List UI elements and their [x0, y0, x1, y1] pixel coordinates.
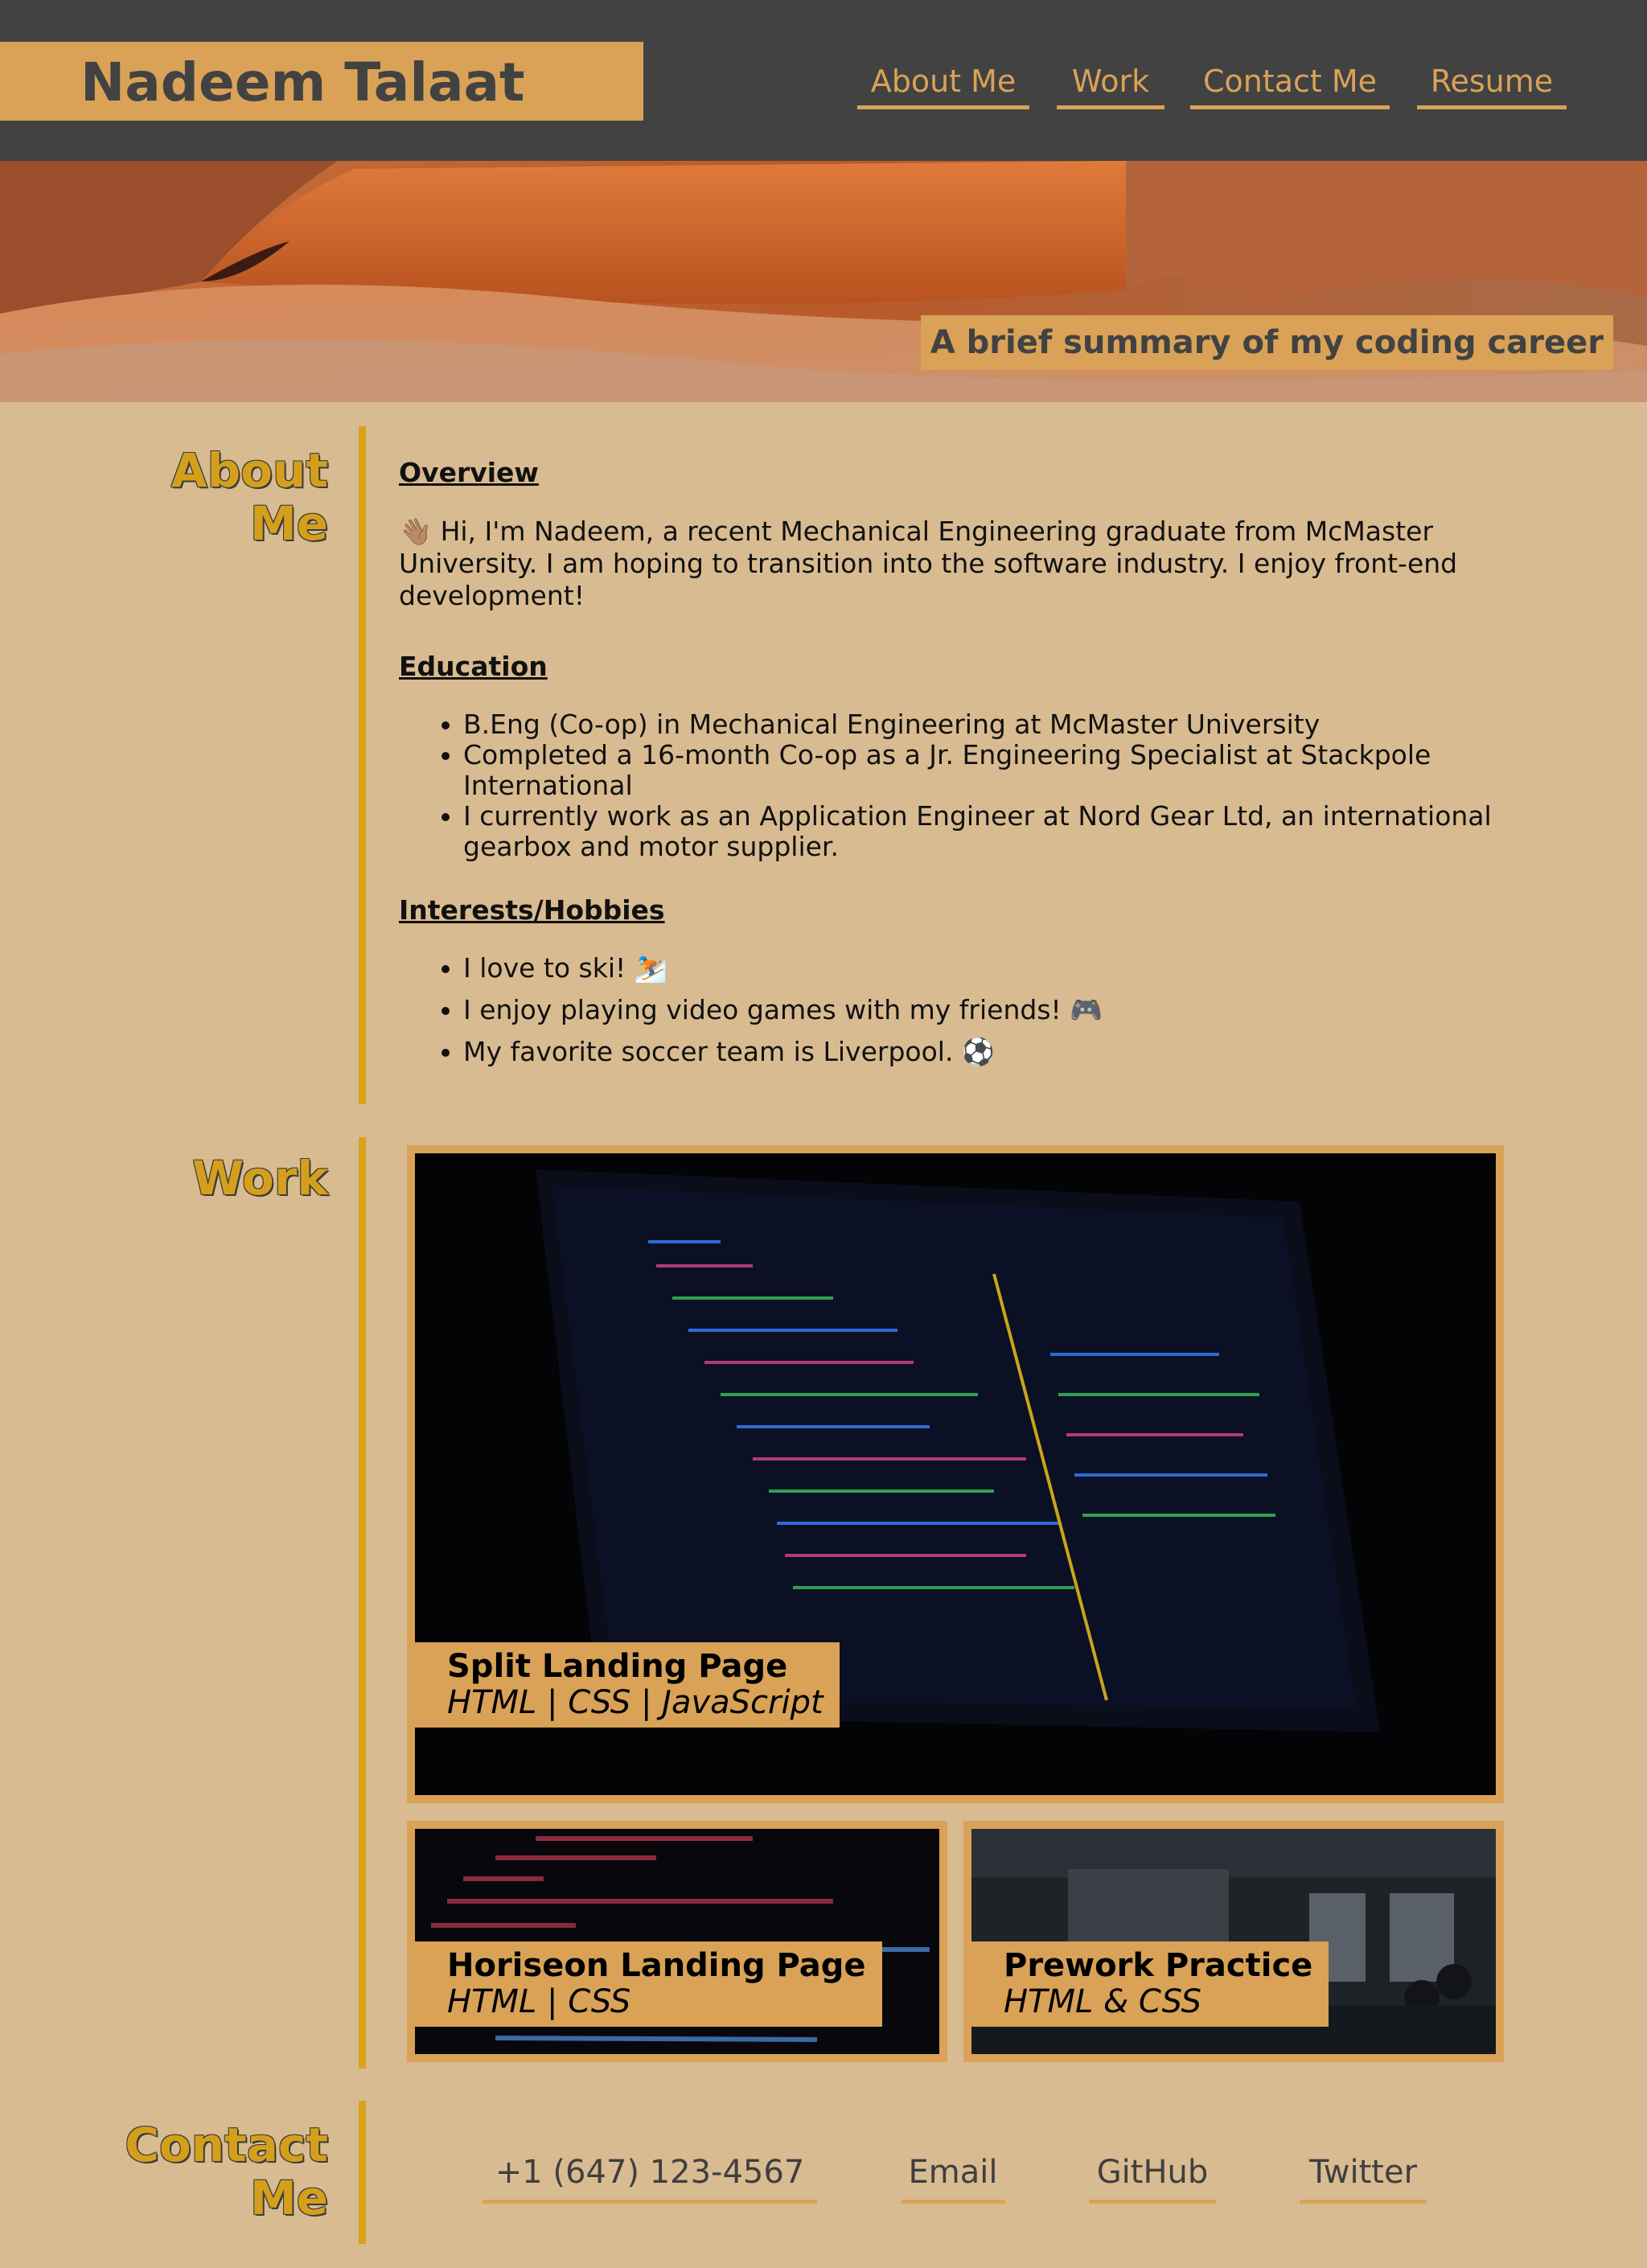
nav-contact-me[interactable]: Contact Me [1190, 61, 1390, 109]
project-tech: HTML | CSS [447, 1983, 631, 2020]
hobbies-list: I love to ski! ⛷️ I enjoy playing video … [399, 953, 1509, 1067]
project-title: Split Landing Page [447, 1648, 788, 1685]
project-title: Horiseon Landing Page [447, 1947, 866, 1984]
about-section-title: About Me [87, 444, 328, 550]
nav-work[interactable]: Work [1057, 61, 1164, 109]
project-label: Split Landing Page HTML | CSS | JavaScri… [415, 1642, 840, 1728]
hero-tagline: A brief summary of my coding career [920, 315, 1613, 370]
about-divider [359, 426, 366, 1104]
project-card-horiseon[interactable]: Horiseon Landing Page HTML | CSS [407, 1821, 947, 2062]
contact-section-title: Contact Me [87, 2118, 328, 2225]
list-item: Completed a 16-month Co-op as a Jr. Engi… [463, 740, 1509, 801]
contact-github-link[interactable]: GitHub [1089, 2147, 1216, 2204]
overview-heading: Overview [399, 457, 539, 488]
site-name: Nadeem Talaat [80, 51, 525, 113]
contact-email-link[interactable]: Email [901, 2147, 1005, 2204]
nav-about-me[interactable]: About Me [857, 61, 1029, 109]
project-label: Prework Practice HTML & CSS [971, 1941, 1329, 2027]
list-item: B.Eng (Co-op) in Mechanical Engineering … [463, 709, 1509, 740]
project-tech: HTML | CSS | JavaScript [447, 1684, 824, 1721]
overview-text: 👋🏽 Hi, I'm Nadeem, a recent Mechanical E… [399, 516, 1458, 611]
project-card-split-landing[interactable]: Split Landing Page HTML | CSS | JavaScri… [407, 1145, 1504, 1803]
brand-box: Nadeem Talaat [0, 42, 643, 121]
list-item: My favorite soccer team is Liverpool. ⚽ [463, 1037, 1509, 1067]
contact-divider [359, 2101, 366, 2244]
project-tech: HTML & CSS [1004, 1983, 1201, 2020]
about-content: Overview 👋🏽 Hi, I'm Nadeem, a recent Mec… [399, 457, 1509, 1079]
work-section-title: Work [192, 1151, 328, 1206]
contact-title-line1: Contact [125, 2118, 328, 2172]
project-card-prework[interactable]: Prework Practice HTML & CSS [963, 1821, 1504, 2062]
site-header: Nadeem Talaat About Me Work Contact Me R… [0, 0, 1647, 161]
contact-title-line2: Me [249, 2171, 328, 2225]
work-divider [359, 1137, 366, 2069]
project-title: Prework Practice [1004, 1947, 1313, 1984]
nav-resume[interactable]: Resume [1417, 61, 1567, 109]
hobbies-heading: Interests/Hobbies [399, 894, 665, 926]
contact-phone-link[interactable]: +1 (647) 123-4567 [483, 2147, 817, 2204]
list-item: I currently work as an Application Engin… [463, 801, 1509, 862]
contact-twitter-link[interactable]: Twitter [1300, 2147, 1427, 2204]
list-item: I enjoy playing video games with my frie… [463, 995, 1509, 1025]
about-title-line1: About [170, 443, 328, 498]
project-label: Horiseon Landing Page HTML | CSS [415, 1941, 882, 2027]
about-title-line2: Me [249, 496, 328, 551]
hero-banner: A brief summary of my coding career [0, 161, 1647, 402]
education-heading: Education [399, 651, 548, 682]
education-list: B.Eng (Co-op) in Mechanical Engineering … [399, 709, 1509, 862]
list-item: I love to ski! ⛷️ [463, 953, 1509, 984]
